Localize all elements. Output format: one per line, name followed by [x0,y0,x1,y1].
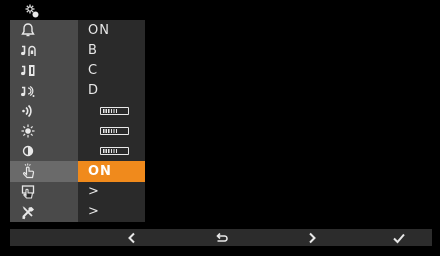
menu-value: ON [78,20,145,41]
brightness-level-bar[interactable] [100,127,129,136]
ring-tone-floor-icon [21,85,35,97]
cleaning-icon [21,184,35,199]
navigation-bar [10,229,432,246]
touch-icon [22,163,35,179]
menu-row-tools[interactable]: > [10,201,145,222]
menu-row-contrast[interactable] [10,141,145,162]
chevron-left-icon [128,232,135,243]
back-return-icon [216,232,228,242]
menu-row-touch[interactable]: ON [10,161,145,182]
menu-value-selected: ON [78,161,145,182]
menu-row-brightness[interactable] [10,120,145,142]
ring-tone-entry-icon [21,65,35,77]
brightness-icon [21,124,35,138]
chevron-right-icon [309,232,316,243]
menu-row-bell[interactable]: ON [10,20,145,41]
return-button[interactable] [207,229,237,246]
contrast-icon [22,146,34,157]
menu-value: > [78,181,145,202]
menu-row-ring-tone-door[interactable]: B [10,40,145,61]
settings-menu: ON B C D ON > > [10,20,145,222]
tools-icon [22,206,34,220]
ring-tone-door-icon [21,45,36,57]
check-icon [393,233,405,243]
contrast-level-bar[interactable] [100,147,129,156]
confirm-button[interactable] [384,229,414,246]
volume-icon [22,104,32,117]
forward-button[interactable] [297,229,327,246]
back-button[interactable] [117,229,147,246]
level-fill [103,149,117,154]
menu-value: C [78,60,145,81]
menu-row-ring-tone-floor[interactable]: D [10,80,145,101]
menu-value: B [78,40,145,61]
bell-icon [21,23,35,37]
menu-row-cleaning[interactable]: > [10,181,145,202]
menu-value: > [78,201,145,222]
volume-level-bar[interactable] [100,106,129,115]
level-fill [103,129,117,134]
menu-row-volume[interactable] [10,100,145,121]
level-fill [103,108,117,113]
menu-row-ring-tone-entry[interactable]: C [10,60,145,81]
menu-value: D [78,80,145,101]
settings-gear-icon [25,4,39,18]
